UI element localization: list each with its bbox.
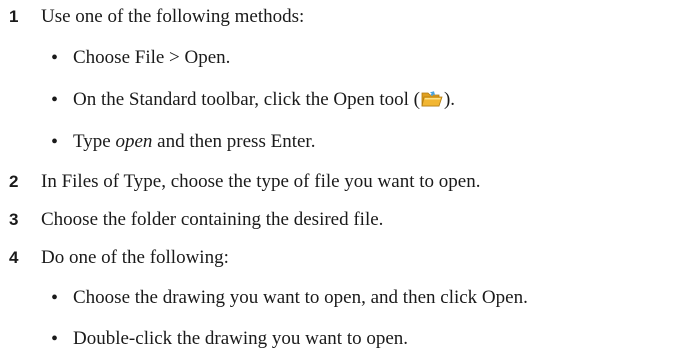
bullet-text: Choose the drawing you want to open, and… (73, 287, 528, 308)
step-number: 4 (9, 248, 19, 267)
bullet-glyph: • (51, 89, 59, 111)
bullet-glyph: • (51, 328, 59, 350)
bullet-glyph: • (51, 131, 59, 153)
step-number: 3 (9, 210, 19, 229)
open-folder-icon (421, 89, 443, 109)
bullet-text-italic: open (115, 131, 153, 152)
bullet-text: On the Standard toolbar, click the Open … (73, 88, 455, 112)
step-text: In Files of Type, choose the type of fil… (41, 171, 481, 192)
bullet-text-after: and then press Enter. (152, 131, 316, 152)
step-number: 1 (9, 7, 19, 26)
bullet-text-before: Type (73, 131, 116, 152)
bullet-text: Double-click the drawing you want to ope… (73, 328, 409, 349)
step-text: Use one of the following methods: (41, 6, 305, 27)
bullet-text: Type open and then press Enter. (73, 130, 315, 154)
step-text: Do one of the following: (41, 247, 229, 268)
step-number: 2 (9, 172, 19, 191)
bullet-text-after: ). (443, 89, 456, 110)
bullet-text-before: On the Standard toolbar, click the Open … (73, 89, 420, 110)
bullet-glyph: • (51, 47, 59, 69)
bullet-glyph: • (51, 287, 59, 309)
step-text: Choose the folder containing the desired… (41, 209, 384, 230)
bullet-text: Choose File > Open. (73, 47, 231, 68)
